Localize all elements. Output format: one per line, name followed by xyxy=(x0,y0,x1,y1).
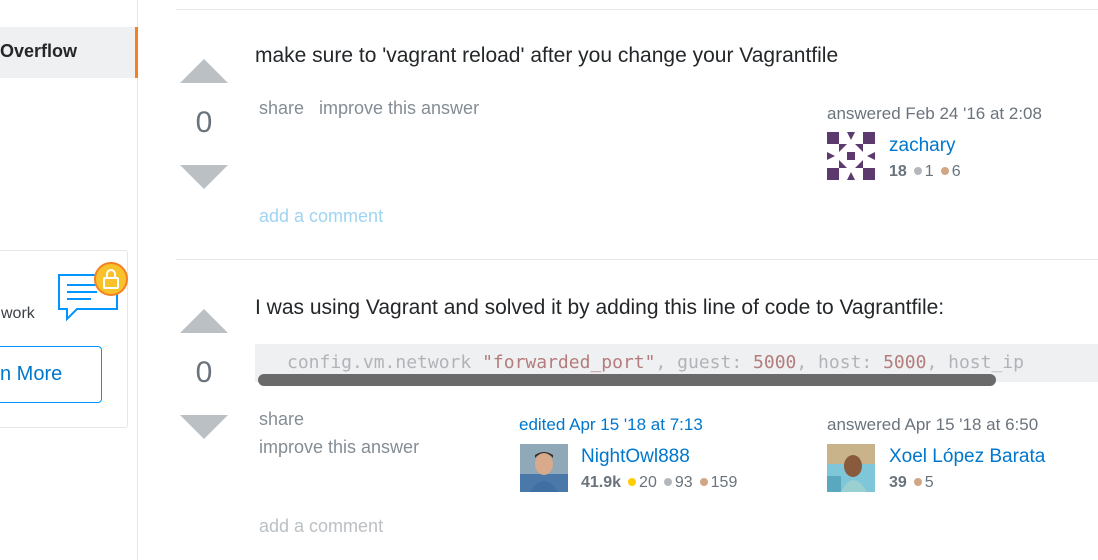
user-name-link[interactable]: Xoel López Barata xyxy=(889,446,1045,468)
answer: 0 make sure to 'vagrant reload' after yo… xyxy=(176,9,1098,259)
vote-count: 0 xyxy=(195,356,213,389)
user-reputation: 18 1 6 xyxy=(889,163,961,181)
silver-badge-count: 93 xyxy=(674,474,693,491)
reputation-score: 18 xyxy=(889,163,907,180)
downvote-icon[interactable] xyxy=(180,415,228,439)
vote-count: 0 xyxy=(195,106,213,139)
answered-time: answered Apr 15 '18 at 6:50 xyxy=(827,415,1039,434)
user-name-link[interactable]: zachary xyxy=(889,135,956,157)
answer-body: make sure to 'vagrant reload' after you … xyxy=(255,44,839,67)
bronze-badge-count: 5 xyxy=(924,474,934,491)
bronze-badge-icon xyxy=(940,167,949,176)
add-comment-link[interactable]: add a comment xyxy=(259,206,383,227)
promo-text: work xyxy=(1,305,35,322)
share-link[interactable]: share xyxy=(259,98,304,119)
code-horizontal-scrollbar[interactable] xyxy=(258,374,996,386)
user-avatar[interactable] xyxy=(827,132,875,180)
reputation-score: 39 xyxy=(889,474,907,491)
answer: 0 I was using Vagrant and solved it by a… xyxy=(176,259,1098,560)
editor-reputation: 41.9k 20 93 159 xyxy=(581,474,737,492)
gold-badge-count: 20 xyxy=(639,474,657,491)
silver-badge-icon xyxy=(913,167,922,176)
add-comment-link[interactable]: add a comment xyxy=(259,516,383,537)
bronze-badge-count: 6 xyxy=(951,163,961,180)
silver-badge-count: 1 xyxy=(924,163,934,180)
edited-time-link[interactable]: edited Apr 15 '18 at 7:13 xyxy=(519,415,703,435)
code-line: config.vm.network "forwarded_port", gues… xyxy=(287,352,1024,373)
upvote-icon[interactable] xyxy=(180,59,228,83)
answered-time: answered Feb 24 '16 at 2:08 xyxy=(827,104,1042,123)
learn-more-button[interactable]: n More xyxy=(0,346,102,403)
improve-answer-link[interactable]: improve this answer xyxy=(259,437,419,458)
user-reputation: 39 5 xyxy=(889,474,934,492)
chat-lock-icon xyxy=(58,262,128,322)
gold-badge-icon xyxy=(628,478,637,487)
share-link[interactable]: share xyxy=(259,409,304,430)
bronze-badge-count: 159 xyxy=(710,474,738,491)
editor-name-link[interactable]: NightOwl888 xyxy=(581,446,690,468)
answer-body: I was using Vagrant and solved it by add… xyxy=(255,296,945,319)
silver-badge-icon xyxy=(663,478,672,487)
editor-avatar[interactable] xyxy=(520,444,568,492)
teams-promo-card: work n More xyxy=(0,250,128,428)
user-avatar[interactable] xyxy=(827,444,875,492)
sidebar-item-stack-overflow[interactable]: Overflow xyxy=(0,27,138,78)
reputation-score: 41.9k xyxy=(581,474,622,491)
improve-answer-link[interactable]: improve this answer xyxy=(319,98,479,119)
upvote-icon[interactable] xyxy=(180,309,228,333)
bronze-badge-icon xyxy=(699,478,708,487)
sidebar-item-label: Overflow xyxy=(0,41,78,61)
bronze-badge-icon xyxy=(913,478,922,487)
downvote-icon[interactable] xyxy=(180,165,228,189)
left-sidebar: Overflow work n More xyxy=(0,0,138,560)
